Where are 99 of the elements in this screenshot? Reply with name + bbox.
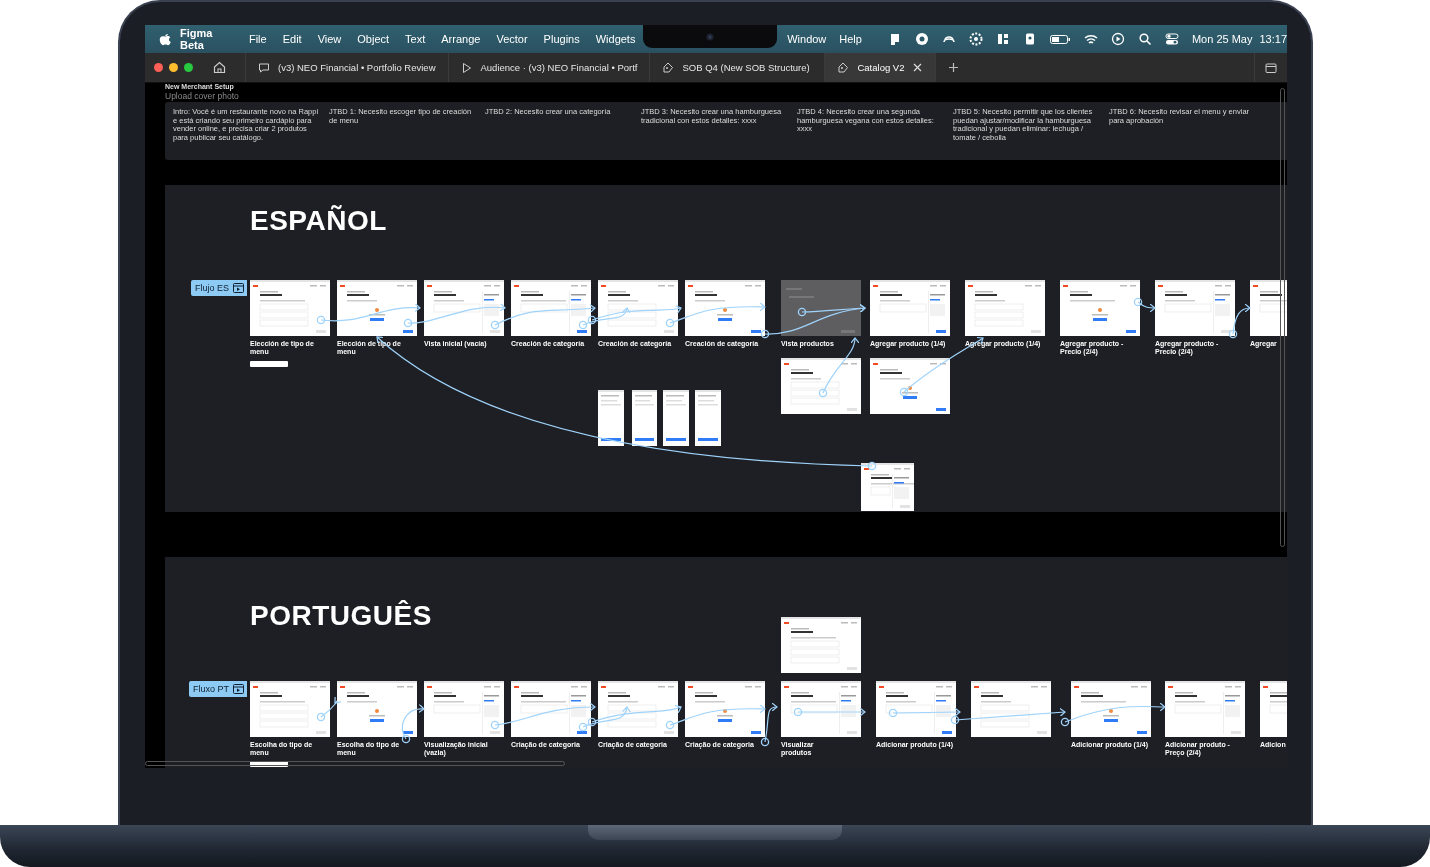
connector-arrow[interactable] <box>1228 303 1251 339</box>
connector-arrow[interactable] <box>490 702 596 730</box>
file-tab[interactable]: (v3) NEO Financial • Portfolio Review <box>245 53 448 82</box>
frame-thumbnail[interactable] <box>337 280 417 336</box>
toggle-icon[interactable] <box>1164 32 1179 46</box>
menu-bar-time: 13:17 <box>1259 33 1287 45</box>
minimize-window-button[interactable] <box>169 63 178 72</box>
menu-item[interactable]: View <box>309 33 350 45</box>
play-frame-icon <box>233 283 244 293</box>
frame-thumbnail[interactable] <box>424 681 504 737</box>
frame-thumbnail[interactable] <box>250 681 330 737</box>
frame-thumbnail[interactable] <box>1060 280 1140 336</box>
note-chip <box>250 761 288 767</box>
frame-thumbnail[interactable] <box>598 681 678 737</box>
menu-item[interactable]: File <box>240 33 275 45</box>
camera-icon <box>706 32 715 41</box>
connector-arrow[interactable] <box>403 303 506 328</box>
frame-thumbnail[interactable] <box>876 681 956 737</box>
note-chip <box>250 361 288 367</box>
sidebar-icon[interactable] <box>1265 61 1277 74</box>
connector-arrow[interactable] <box>587 304 682 325</box>
connector-arrow[interactable] <box>316 303 421 325</box>
frame-thumbnail[interactable] <box>250 280 330 336</box>
frame-thumbnail[interactable] <box>1165 681 1245 737</box>
flow-start-label[interactable]: Fluxo PT <box>189 681 247 697</box>
frame-thumbnail[interactable] <box>663 390 689 446</box>
frame-thumbnail[interactable] <box>337 681 417 737</box>
circle-icon[interactable] <box>914 32 929 46</box>
frame-thumbnail[interactable] <box>781 358 861 414</box>
connector-arrow[interactable] <box>587 704 682 727</box>
frame-thumbnail[interactable] <box>1071 681 1151 737</box>
play-icon <box>460 61 473 74</box>
close-icon[interactable] <box>912 62 924 73</box>
connector-arrow[interactable] <box>1133 297 1156 313</box>
scrollbar[interactable] <box>145 761 565 766</box>
file-tab[interactable]: Audience · (v3) NEO Financial • Portf <box>447 53 650 82</box>
connector-arrow[interactable] <box>490 303 596 330</box>
home-icon[interactable] <box>212 61 226 74</box>
menu-item[interactable]: Arrange <box>433 33 489 45</box>
connector-arrow[interactable] <box>401 704 425 744</box>
connector-arrow[interactable] <box>950 707 1066 725</box>
connector-arrow[interactable] <box>578 307 631 330</box>
frame-thumbnail[interactable] <box>971 681 1051 737</box>
section-title: ESPAÑOL <box>250 205 387 237</box>
menu-item[interactable]: Text <box>397 33 434 45</box>
frame-thumbnail[interactable] <box>781 280 861 336</box>
maximize-window-button[interactable] <box>184 63 193 72</box>
file-tab[interactable]: Catalog V2 <box>824 53 936 82</box>
frame-thumbnail[interactable] <box>511 681 591 737</box>
menu-item[interactable]: Edit <box>274 33 310 45</box>
frame-thumbnail[interactable] <box>511 280 591 336</box>
app-menu[interactable]: Figma Beta <box>172 27 241 51</box>
connector-arrow[interactable] <box>1060 702 1166 727</box>
frame-thumbnail[interactable] <box>598 280 678 336</box>
frame-thumbnail[interactable] <box>685 280 765 336</box>
frame-thumbnail[interactable] <box>598 390 624 446</box>
connector-arrow[interactable] <box>316 696 342 722</box>
menu-item[interactable]: Widgets <box>587 33 644 45</box>
menu-bar-date: Mon 25 May <box>1191 33 1253 45</box>
frame-thumbnail[interactable] <box>781 617 861 673</box>
pen-tool-icon <box>837 61 850 74</box>
play-icon[interactable] <box>1110 32 1125 46</box>
battery-icon[interactable] <box>1049 32 1071 46</box>
play-frame-icon <box>233 684 244 694</box>
frame-thumbnail[interactable] <box>965 280 1045 336</box>
flow-start-label[interactable]: Flujo ES <box>191 280 247 296</box>
gear-icon[interactable] <box>968 32 983 46</box>
scrollbar[interactable] <box>1280 88 1285 547</box>
menu-item[interactable]: Help <box>839 33 862 45</box>
menu-item[interactable]: Plugins <box>535 33 588 45</box>
frame-thumbnail[interactable] <box>632 390 657 446</box>
frame-thumbnail[interactable] <box>870 358 950 414</box>
menu-item[interactable]: Window <box>787 33 827 45</box>
wifi-icon[interactable] <box>1083 32 1098 46</box>
frame-thumbnail[interactable] <box>685 681 765 737</box>
frame-thumbnail[interactable] <box>695 390 721 446</box>
comment-icon <box>258 61 270 74</box>
cover-photo-label: Upload cover photo <box>165 91 239 101</box>
connector-arrow[interactable] <box>578 706 631 732</box>
apple-icon[interactable] <box>158 31 172 47</box>
frame-thumbnail[interactable] <box>870 280 950 336</box>
connector-arrow[interactable] <box>665 704 766 730</box>
pen-tool-icon <box>662 61 675 74</box>
layout-icon[interactable] <box>995 32 1010 46</box>
close-window-button[interactable] <box>154 63 163 72</box>
frame-thumbnail[interactable] <box>781 681 861 737</box>
plus-icon[interactable] <box>948 62 960 73</box>
connector-arrow[interactable] <box>760 702 778 747</box>
menu-item[interactable]: Object <box>349 33 398 45</box>
frame-thumbnail[interactable] <box>424 280 504 336</box>
menu-item[interactable]: Vector <box>488 33 536 45</box>
connector-arrow[interactable] <box>797 303 866 317</box>
frame-thumbnail[interactable] <box>861 463 914 511</box>
connector-arrow[interactable] <box>888 707 961 718</box>
frame-thumbnail[interactable] <box>1155 280 1235 336</box>
search-icon[interactable] <box>1137 32 1152 46</box>
connector-arrow[interactable] <box>665 302 766 328</box>
section-title: PORTUGUÊS <box>250 600 432 632</box>
connector-arrow[interactable] <box>793 707 866 717</box>
